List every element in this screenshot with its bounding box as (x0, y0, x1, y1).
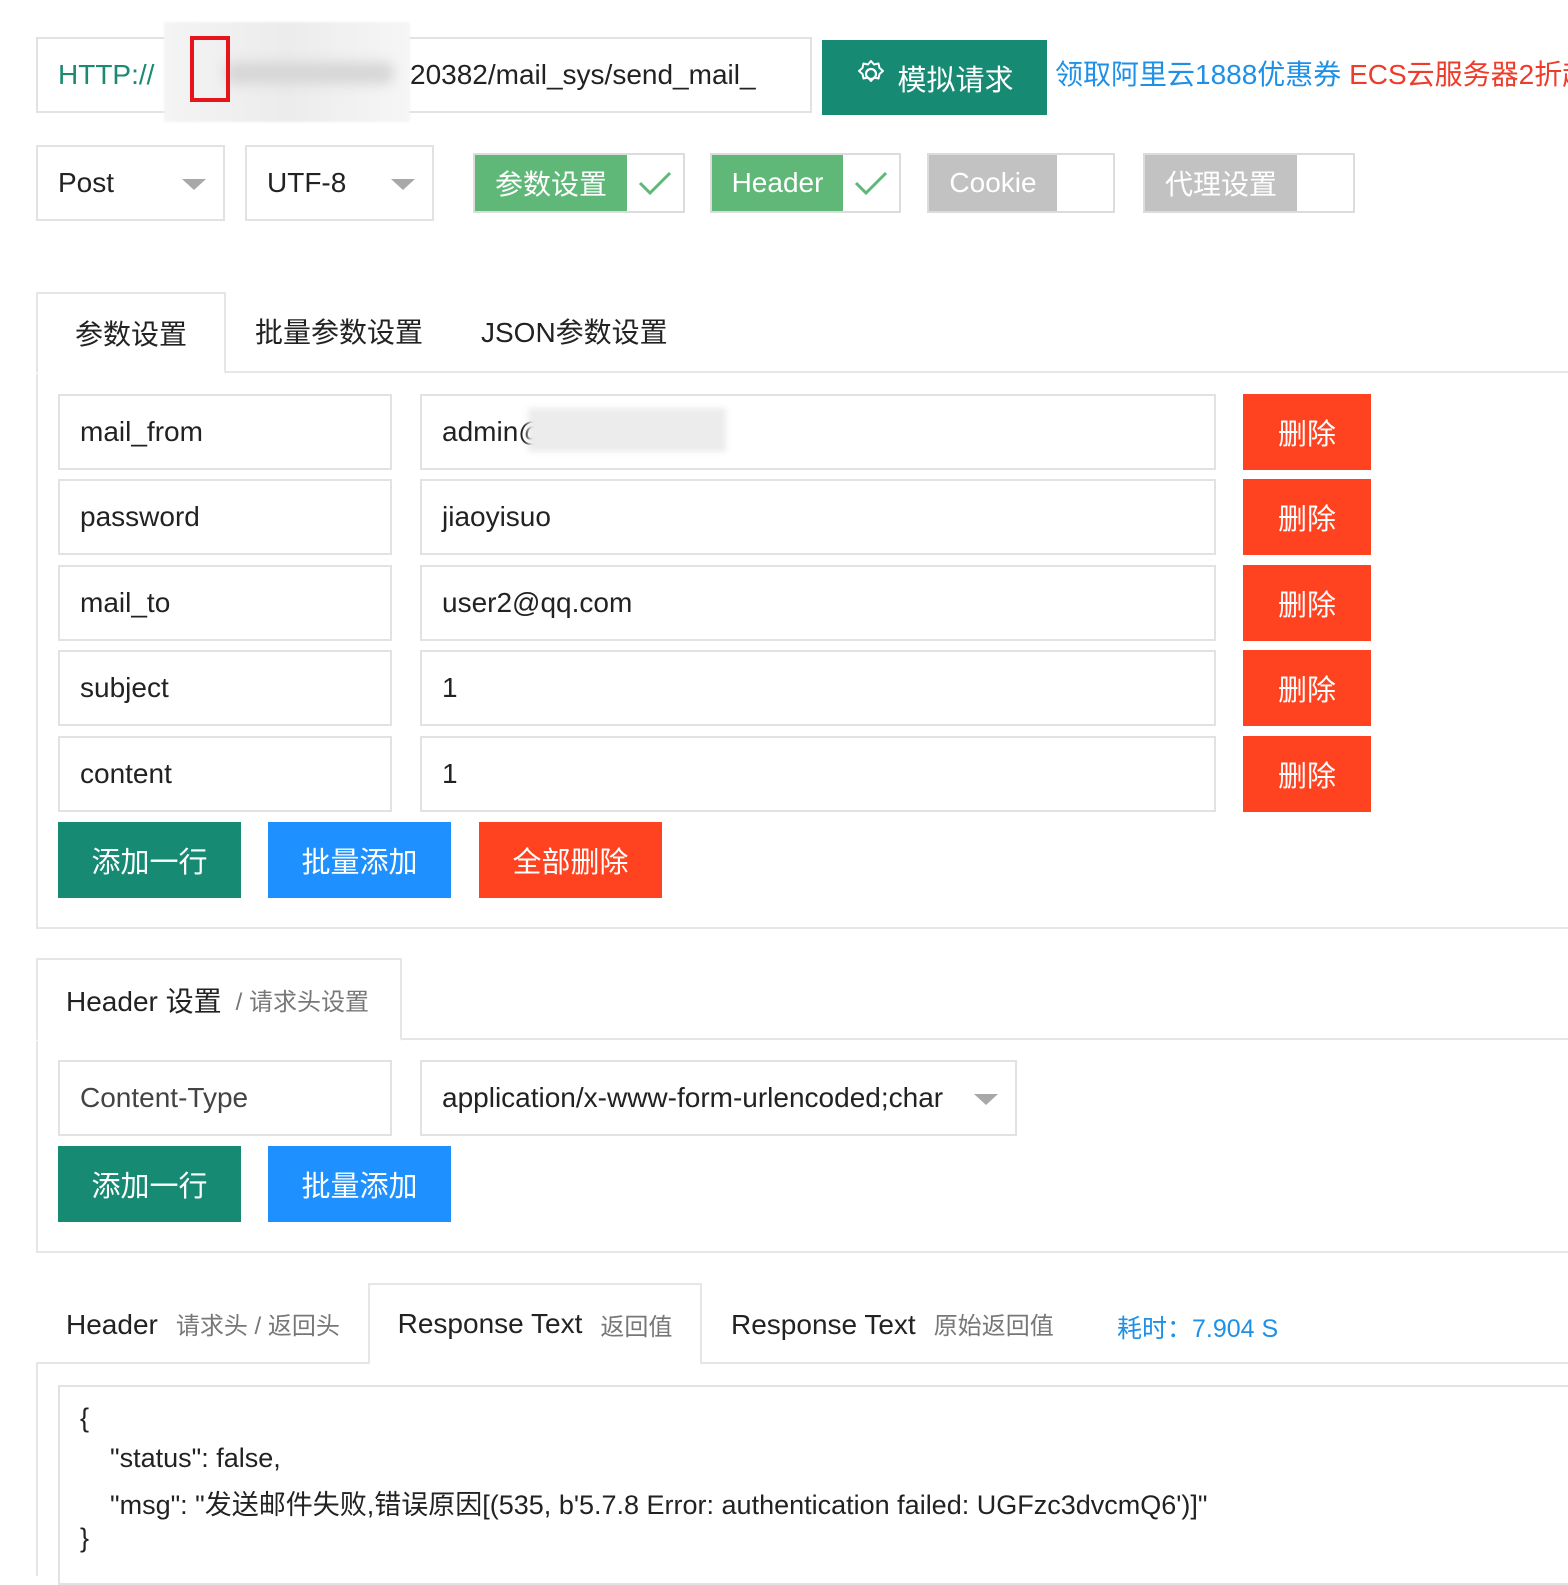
toggle-proxy[interactable]: 代理设置 (1143, 153, 1355, 213)
promo-ecs-text: ECS云服务器2折 (1349, 59, 1563, 90)
toggle-cookie-label: Cookie (929, 155, 1057, 211)
delete-row-button[interactable]: 删除 (1243, 394, 1371, 470)
check-icon (843, 155, 899, 211)
tab-json-params[interactable]: JSON参数设置 (481, 313, 668, 353)
response-line: { (80, 1403, 90, 1433)
url-text: 20382/mail_sys/send_mail_ (410, 59, 756, 90)
param-key-input[interactable]: subject (58, 650, 392, 726)
url-protocol-label: HTTP:// (58, 59, 155, 90)
method-select[interactable]: Post (36, 145, 225, 221)
header-batch-add-button[interactable]: 批量添加 (268, 1146, 451, 1222)
promo-link[interactable]: 领取阿里云1888优惠券 ECS云服务器2折起 (1055, 57, 1568, 93)
response-line: } (80, 1523, 90, 1553)
chevron-down-icon (182, 179, 206, 190)
param-value-input[interactable]: 1 (420, 736, 1216, 812)
charset-select[interactable]: UTF-8 (245, 145, 434, 221)
header-value-select[interactable]: application/x-www-form-urlencoded;char (420, 1060, 1017, 1136)
header-settings-title: Header 设置 (66, 985, 222, 1017)
toggle-header[interactable]: Header (710, 153, 901, 213)
toggle-params[interactable]: 参数设置 (473, 153, 685, 213)
response-line: "status": false, (80, 1443, 281, 1473)
delete-row-button[interactable]: 删除 (1243, 736, 1371, 812)
response-textarea[interactable]: { "status": false, "msg": "发送邮件失败,错误原因[(… (58, 1385, 1568, 1585)
param-key-input[interactable]: content (58, 736, 392, 812)
chevron-down-icon (974, 1094, 998, 1105)
promo-cut-text: 起 (1562, 59, 1568, 90)
response-line: "msg": "发送邮件失败,错误原因[(535, b'5.7.8 Error:… (80, 1490, 1208, 1520)
tab-raw-response[interactable]: Response Text 原始返回值 (731, 1305, 1054, 1347)
tab-header-settings[interactable]: Header 设置 / 请求头设置 (36, 958, 402, 1041)
param-key-input[interactable]: mail_to (58, 565, 392, 641)
param-key-input[interactable]: mail_from (58, 394, 392, 470)
toggle-header-label: Header (712, 155, 843, 211)
add-row-button[interactable]: 添加一行 (58, 822, 241, 898)
param-key-input[interactable]: password (58, 479, 392, 555)
tab-response-header[interactable]: Header 请求头 / 返回头 (66, 1305, 340, 1347)
redacted-email-domain (528, 408, 726, 452)
highlight-marker (190, 36, 230, 102)
tab-batch-params[interactable]: 批量参数设置 (255, 313, 423, 353)
simulate-request-button[interactable]: 模拟请求 (822, 40, 1047, 115)
header-value-text: application/x-www-form-urlencoded;char (442, 1082, 944, 1113)
toggle-proxy-label: 代理设置 (1145, 155, 1297, 211)
method-value: Post (58, 167, 115, 198)
header-add-row-button[interactable]: 添加一行 (58, 1146, 241, 1222)
header-settings-subtitle: / 请求头设置 (235, 989, 369, 1016)
gear-icon (855, 58, 887, 98)
delete-row-button[interactable]: 删除 (1243, 565, 1371, 641)
toggle-params-label: 参数设置 (475, 155, 627, 211)
param-value-input[interactable]: jiaoyisuo (420, 479, 1216, 555)
tab-params[interactable]: 参数设置 (36, 292, 226, 374)
batch-add-button[interactable]: 批量添加 (268, 822, 451, 898)
param-value-input[interactable]: 1 (420, 650, 1216, 726)
param-value-input[interactable]: user2@qq.com (420, 565, 1216, 641)
toggle-cookie[interactable]: Cookie (927, 153, 1115, 213)
elapsed-time: 耗时：7.904 S (1117, 1315, 1279, 1343)
charset-value: UTF-8 (267, 167, 347, 198)
header-key-input[interactable]: Content-Type (58, 1060, 392, 1136)
simulate-request-label: 模拟请求 (897, 64, 1014, 97)
chevron-down-icon (391, 179, 415, 190)
check-icon (627, 155, 683, 211)
promo-coupon-text: 领取阿里云1888优惠券 (1055, 59, 1342, 90)
delete-row-button[interactable]: 删除 (1243, 650, 1371, 726)
delete-row-button[interactable]: 删除 (1243, 479, 1371, 555)
tab-response-text[interactable]: Response Text 返回值 (368, 1283, 702, 1365)
delete-all-button[interactable]: 全部删除 (479, 822, 662, 898)
